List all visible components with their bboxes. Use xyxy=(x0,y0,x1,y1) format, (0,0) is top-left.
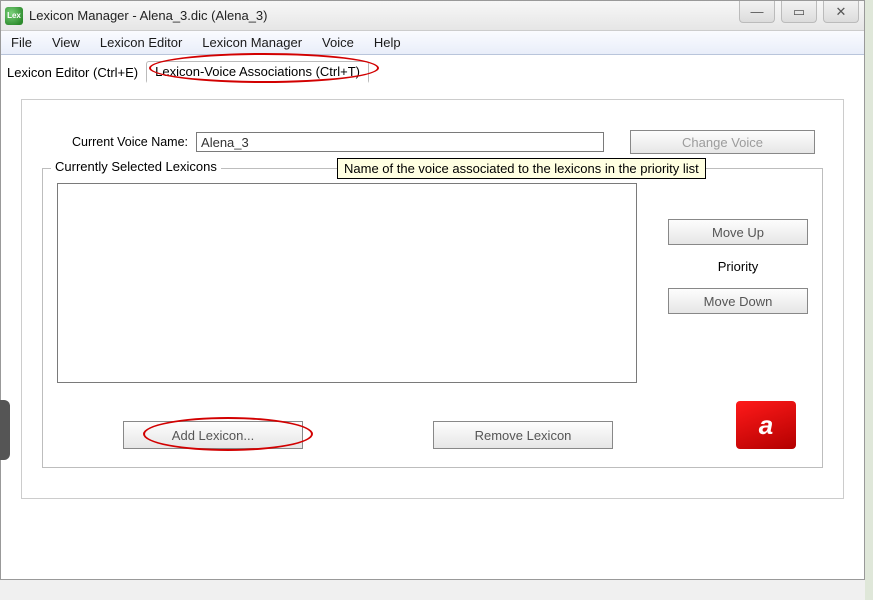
lexicons-listbox[interactable] xyxy=(57,183,637,383)
panel: Current Voice Name: Change Voice Current… xyxy=(1,83,864,509)
window-controls: — ▭ ✕ xyxy=(739,1,859,23)
menu-bar: File View Lexicon Editor Lexicon Manager… xyxy=(1,31,864,55)
menu-voice[interactable]: Voice xyxy=(318,33,358,52)
current-voice-label: Current Voice Name: xyxy=(72,135,188,149)
docked-side-tab[interactable] xyxy=(0,400,10,460)
acapela-logo: a xyxy=(736,401,796,449)
tab-voice-associations[interactable]: Lexicon-Voice Associations (Ctrl+T) xyxy=(146,61,369,83)
selected-lexicons-group: Currently Selected Lexicons Move Up Prio… xyxy=(42,168,823,468)
app-icon: Lex xyxy=(5,7,23,25)
add-lexicon-button[interactable]: Add Lexicon... xyxy=(123,421,303,449)
remove-lexicon-button[interactable]: Remove Lexicon xyxy=(433,421,613,449)
current-voice-input[interactable] xyxy=(196,132,604,152)
logo-glyph: a xyxy=(759,410,773,441)
desktop-background xyxy=(865,0,873,600)
menu-lexicon-manager[interactable]: Lexicon Manager xyxy=(198,33,306,52)
maximize-button[interactable]: ▭ xyxy=(781,1,817,23)
voice-name-tooltip: Name of the voice associated to the lexi… xyxy=(337,158,706,179)
change-voice-button[interactable]: Change Voice xyxy=(630,130,815,154)
bottom-buttons: Add Lexicon... Remove Lexicon xyxy=(123,421,613,449)
voice-name-row: Current Voice Name: Change Voice xyxy=(72,130,823,154)
tab-row: Lexicon Editor (Ctrl+E) Lexicon-Voice As… xyxy=(1,55,864,83)
window-title: Lexicon Manager - Alena_3.dic (Alena_3) xyxy=(29,8,860,23)
move-down-button[interactable]: Move Down xyxy=(668,288,808,314)
tab-lexicon-editor[interactable]: Lexicon Editor (Ctrl+E) xyxy=(5,63,140,82)
minimize-button[interactable]: — xyxy=(739,1,775,23)
title-bar: Lex Lexicon Manager - Alena_3.dic (Alena… xyxy=(1,1,864,31)
menu-view[interactable]: View xyxy=(48,33,84,52)
menu-help[interactable]: Help xyxy=(370,33,405,52)
move-up-button[interactable]: Move Up xyxy=(668,219,808,245)
priority-controls: Move Up Priority Move Down xyxy=(668,219,808,314)
close-button[interactable]: ✕ xyxy=(823,1,859,23)
menu-file[interactable]: File xyxy=(7,33,36,52)
group-legend: Currently Selected Lexicons xyxy=(51,159,221,174)
menu-lexicon-editor[interactable]: Lexicon Editor xyxy=(96,33,186,52)
app-window: — ▭ ✕ Lex Lexicon Manager - Alena_3.dic … xyxy=(0,0,865,580)
priority-label: Priority xyxy=(718,259,758,274)
